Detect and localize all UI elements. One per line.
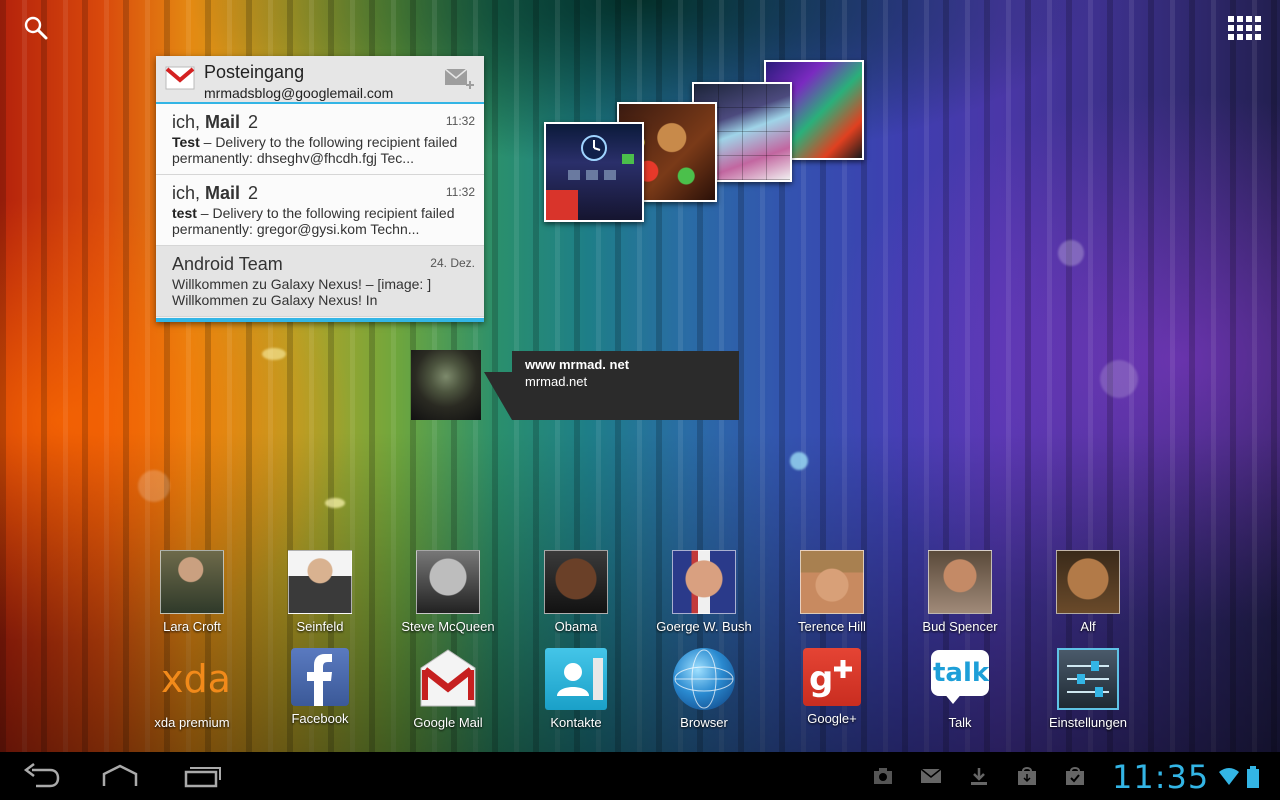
app-shortcut-gmail[interactable]: Google Mail <box>388 648 508 730</box>
compose-icon[interactable] <box>444 67 476 91</box>
system-bar: 11:35 <box>0 752 1280 800</box>
avatar <box>928 550 992 614</box>
avatar <box>160 550 224 614</box>
contact-label: Bud Spencer <box>922 619 998 634</box>
app-label: Einstellungen <box>1048 715 1128 730</box>
screenshot-notification-icon[interactable] <box>872 766 894 786</box>
list-item[interactable]: ich, Mail 2 11:32 Test – Delivery to the … <box>156 104 484 175</box>
facebook-icon <box>291 648 349 706</box>
contact-label: Steve McQueen <box>401 619 495 634</box>
xda-icon: xda <box>161 657 231 701</box>
avatar <box>416 550 480 614</box>
contact-label: Goerge W. Bush <box>656 619 752 634</box>
contact-shortcut[interactable]: Steve McQueen <box>388 550 508 634</box>
contact-bubble[interactable]: www mrmad. net mrmad.net <box>512 351 739 420</box>
app-shortcut-browser[interactable]: Browser <box>644 648 764 730</box>
contact-label: Lara Croft <box>163 619 221 634</box>
contact-shortcut[interactable]: Goerge W. Bush <box>644 550 764 634</box>
contact-label: Seinfeld <box>296 619 344 634</box>
message-time: 11:32 <box>445 114 475 128</box>
globe-icon <box>673 648 735 710</box>
download-notification-icon[interactable] <box>968 766 990 786</box>
app-label: Talk <box>948 715 972 730</box>
message-snippet: permanently: dhseghv@fhcdh.fgj Tec... <box>172 150 414 166</box>
wallpaper-bokeh <box>1100 360 1138 398</box>
message-sender: ich, Mail 2 <box>172 112 259 132</box>
avatar <box>800 550 864 614</box>
contact-shortcut[interactable]: Alf <box>1028 550 1148 634</box>
gmail-widget: Posteingang mrmadsblog@googlemail.com ic… <box>156 56 484 322</box>
app-shortcut-facebook[interactable]: Facebook <box>260 648 380 726</box>
avatar[interactable] <box>411 350 481 420</box>
message-subject: Test – Delivery to the following recipie… <box>172 134 458 150</box>
status-clock[interactable]: 11:35 <box>1112 758 1209 796</box>
wallpaper-bokeh <box>325 498 345 508</box>
talk-icon: talk <box>929 648 991 710</box>
wifi-icon <box>1218 766 1240 786</box>
message-subject: Willkommen zu Galaxy Nexus! – [image: ] <box>172 276 432 292</box>
message-snippet: permanently: gregor@gysi.kom Techn... <box>172 221 420 237</box>
gmail-icon <box>417 648 479 710</box>
contact-shortcut[interactable]: Lara Croft <box>132 550 252 634</box>
app-label: Facebook <box>291 711 349 726</box>
contact-label: Terence Hill <box>798 619 866 634</box>
contact-shortcut[interactable]: Bud Spencer <box>900 550 1020 634</box>
app-shortcut-settings[interactable]: Einstellungen <box>1028 648 1148 730</box>
message-time: 11:32 <box>445 185 475 199</box>
app-label: Google Mail <box>413 715 483 730</box>
gmail-widget-header[interactable]: Posteingang mrmadsblog@googlemail.com <box>156 56 484 104</box>
all-apps-icon[interactable] <box>1228 16 1261 40</box>
app-label: xda premium <box>154 715 230 730</box>
recent-apps-button[interactable] <box>182 760 222 792</box>
wallpaper-bokeh <box>138 470 170 502</box>
market-update-notification-icon[interactable] <box>1064 766 1086 786</box>
google-plus-icon <box>546 190 578 220</box>
avatar <box>544 550 608 614</box>
gmail-widget-account: mrmadsblog@googlemail.com <box>204 85 394 101</box>
home-button[interactable] <box>100 760 140 792</box>
message-snippet: Willkommen zu Galaxy Nexus! In <box>172 292 378 308</box>
contact-shortcut[interactable]: Terence Hill <box>772 550 892 634</box>
app-shortcut-contacts[interactable]: Kontakte <box>516 648 636 730</box>
message-subject: test – Delivery to the following recipie… <box>172 205 455 221</box>
contact-shortcut[interactable]: Obama <box>516 550 636 634</box>
avatar <box>1056 550 1120 614</box>
message-sender: ich, Mail 2 <box>172 183 259 203</box>
back-button[interactable] <box>22 760 62 792</box>
list-item[interactable]: Android Team 24. Dez. Willkommen zu Gala… <box>156 246 484 317</box>
avatar <box>288 550 352 614</box>
market-notification-icon[interactable] <box>1016 766 1038 786</box>
avatar <box>672 550 736 614</box>
contacts-icon <box>545 648 607 710</box>
message-sender: Android Team <box>172 254 283 274</box>
bubble-tail <box>484 372 512 420</box>
wallpaper-bokeh <box>262 348 286 360</box>
app-label: Google+ <box>807 711 857 726</box>
app-shortcut-xda[interactable]: xda xda premium <box>132 648 252 730</box>
search-icon[interactable] <box>22 14 50 42</box>
wallpaper-bokeh <box>790 452 808 470</box>
app-shortcut-google-plus[interactable]: g Google+ <box>772 648 892 726</box>
contact-label: Alf <box>1080 619 1096 634</box>
google-plus-icon: g <box>803 648 861 706</box>
message-time: 24. Dez. <box>430 256 475 270</box>
list-item[interactable]: ich, Mail 2 11:32 test – Delivery to the … <box>156 175 484 246</box>
contact-label: Obama <box>554 619 598 634</box>
svg-text:g: g <box>809 659 833 699</box>
app-label: Kontakte <box>550 715 602 730</box>
settings-icon <box>1057 648 1119 710</box>
contact-bubble-subtitle: mrmad.net <box>525 374 588 389</box>
battery-icon <box>1246 766 1260 788</box>
app-label: Browser <box>680 715 728 730</box>
gmail-widget-footer <box>156 318 484 322</box>
gmail-notification-icon[interactable] <box>920 766 942 786</box>
wallpaper-bokeh <box>1058 240 1084 266</box>
contact-shortcut[interactable]: Seinfeld <box>260 550 380 634</box>
gmail-widget-title: Posteingang <box>204 62 305 82</box>
gmail-icon <box>165 65 195 91</box>
photo-item <box>544 122 644 222</box>
contact-bubble-title: www mrmad. net <box>525 357 630 372</box>
app-shortcut-talk[interactable]: talk Talk <box>900 648 1020 730</box>
